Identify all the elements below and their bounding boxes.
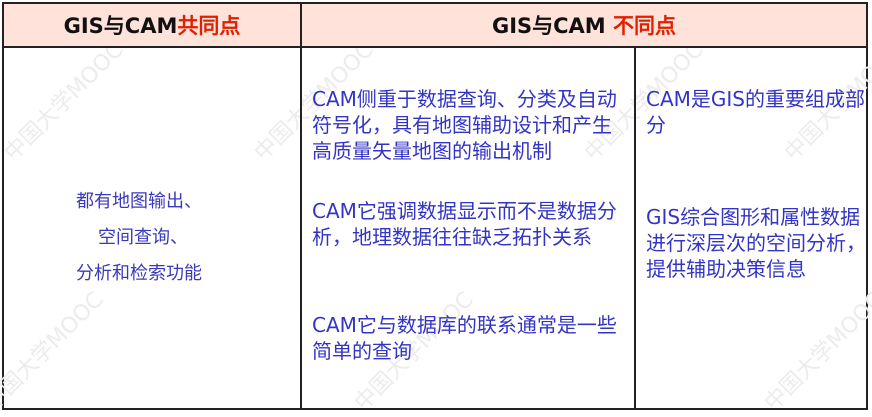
header-common-highlight: 共同点 <box>177 14 241 38</box>
comparison-table: 中国大学MOOC 中国大学MOOC 中国大学MOOC 中国大学MOOC 中国大学… <box>0 2 872 416</box>
gis-difference-item: GIS综合图形和属性数据进行深层次的空间分析，提供辅助决策信息 <box>646 205 866 281</box>
common-cell: 都有地图输出、 空间查询、 分析和检索功能 <box>4 48 302 408</box>
common-item: 空间查询、 <box>98 227 188 248</box>
cam-difference-item: CAM它强调数据显示而不是数据分析，地理数据往往缺乏拓扑关系 <box>312 199 617 249</box>
cam-difference-item: CAM它与数据库的联系通常是一些简单的查询 <box>312 313 617 363</box>
header-differences: GIS与CAM 不同点 <box>302 4 866 46</box>
cam-difference-item: CAM侧重于数据查询、分类及自动符号化，具有地图辅助设计和产生高质量矢量地图的输… <box>312 87 617 163</box>
header-differences-highlight: 不同点 <box>613 14 677 38</box>
header-row: GIS与CAM 共同点 GIS与CAM 不同点 <box>4 4 866 48</box>
common-item: 分析和检索功能 <box>76 263 202 284</box>
gis-difference-item: CAM是GIS的重要组成部分 <box>646 87 865 137</box>
header-common: GIS与CAM 共同点 <box>4 4 302 46</box>
header-common-label: GIS与CAM <box>63 14 178 38</box>
header-differences-label: GIS与CAM <box>491 14 614 38</box>
common-list: 都有地图输出、 空间查询、 分析和检索功能 <box>4 184 300 292</box>
cam-differences-cell: CAM侧重于数据查询、分类及自动符号化，具有地图辅助设计和产生高质量矢量地图的输… <box>302 48 636 408</box>
gis-differences-cell: CAM是GIS的重要组成部分 GIS综合图形和属性数据进行深层次的空间分析，提供… <box>636 48 866 408</box>
common-item: 都有地图输出、 <box>76 191 202 212</box>
